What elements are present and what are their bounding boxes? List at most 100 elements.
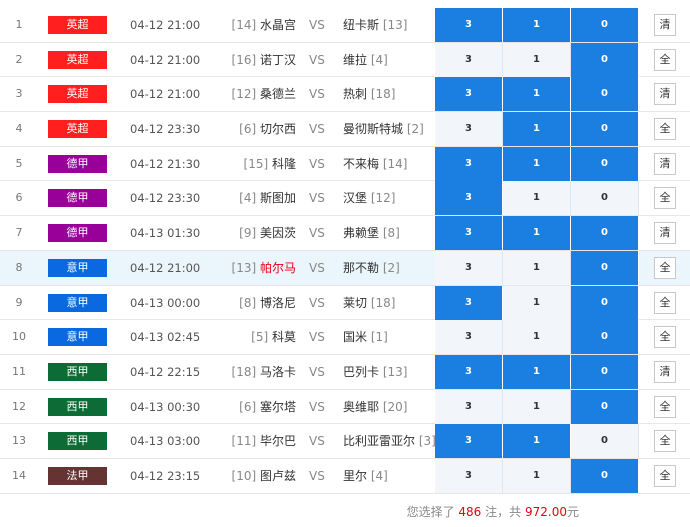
- clear-button[interactable]: 清: [654, 152, 676, 175]
- option-lose-button[interactable]: 0: [571, 112, 639, 147]
- home-team[interactable]: [8] 博洛尼: [239, 286, 296, 320]
- select-all-button[interactable]: 全: [654, 430, 676, 453]
- option-draw-button[interactable]: 1: [503, 146, 571, 181]
- away-team[interactable]: 弗赖堡 [8]: [343, 216, 400, 250]
- option-win-button[interactable]: 3: [435, 146, 503, 181]
- option-win-button[interactable]: 3: [435, 181, 503, 216]
- away-team-name: 巴列卡: [343, 364, 380, 379]
- away-team[interactable]: 国米 [1]: [343, 320, 388, 354]
- option-win-button[interactable]: 3: [435, 216, 503, 251]
- option-draw-button[interactable]: 1: [503, 354, 571, 389]
- option-win-button[interactable]: 3: [435, 354, 503, 389]
- select-all-button[interactable]: 全: [654, 187, 676, 210]
- away-team[interactable]: 奥维耶 [20]: [343, 390, 407, 424]
- option-win-button[interactable]: 3: [435, 389, 503, 424]
- option-draw-button[interactable]: 1: [503, 320, 571, 355]
- home-team[interactable]: [13] 帕尔马: [232, 251, 296, 285]
- option-lose-button[interactable]: 0: [571, 146, 639, 181]
- option-draw-button[interactable]: 1: [503, 458, 571, 493]
- option-draw-button[interactable]: 1: [503, 77, 571, 112]
- away-team[interactable]: 那不勒 [2]: [343, 251, 400, 285]
- option-lose-button[interactable]: 0: [571, 42, 639, 77]
- select-all-button[interactable]: 全: [654, 48, 676, 71]
- option-draw-button[interactable]: 1: [503, 8, 571, 42]
- option-lose-button[interactable]: 0: [571, 250, 639, 285]
- league-badge: 德甲: [48, 224, 107, 243]
- away-team[interactable]: 热刺 [18]: [343, 77, 395, 111]
- option-win-button[interactable]: 3: [435, 77, 503, 112]
- select-all-button[interactable]: 全: [654, 256, 676, 279]
- away-team[interactable]: 纽卡斯 [13]: [343, 8, 407, 42]
- away-team[interactable]: 汉堡 [12]: [343, 181, 395, 215]
- home-team[interactable]: [4] 斯图加: [239, 181, 296, 215]
- home-team[interactable]: [6] 切尔西: [239, 112, 296, 146]
- option-lose-button[interactable]: 0: [571, 458, 639, 493]
- option-win-button[interactable]: 3: [435, 112, 503, 147]
- home-team[interactable]: [14] 水晶宫: [232, 8, 296, 42]
- option-win-button[interactable]: 3: [435, 424, 503, 459]
- home-team[interactable]: [15] 科隆: [244, 147, 296, 181]
- select-all-button[interactable]: 全: [654, 291, 676, 314]
- away-team[interactable]: 里尔 [4]: [343, 459, 388, 493]
- clear-button[interactable]: 清: [654, 83, 676, 106]
- home-team[interactable]: [10] 图卢兹: [232, 459, 296, 493]
- option-draw-button[interactable]: 1: [503, 424, 571, 459]
- option-win-button[interactable]: 3: [435, 42, 503, 77]
- home-team[interactable]: [5] 科莫: [251, 320, 296, 354]
- option-lose-button[interactable]: 0: [571, 285, 639, 320]
- select-all-button[interactable]: 全: [654, 464, 676, 487]
- away-rank: [14]: [382, 156, 408, 171]
- option-win-button[interactable]: 3: [435, 285, 503, 320]
- option-win-button[interactable]: 3: [435, 458, 503, 493]
- option-win-button[interactable]: 3: [435, 250, 503, 285]
- home-rank: [12]: [231, 87, 257, 102]
- home-team[interactable]: [9] 美因茨: [239, 216, 296, 250]
- option-lose-button[interactable]: 0: [571, 424, 639, 459]
- row-number: 12: [12, 399, 26, 413]
- option-lose-button[interactable]: 0: [571, 354, 639, 389]
- away-team[interactable]: 维拉 [4]: [343, 43, 388, 77]
- clear-button[interactable]: 清: [654, 360, 676, 383]
- home-team-name: 帕尔马: [259, 260, 296, 275]
- summary-mid: 注，共: [485, 505, 522, 519]
- away-team-name: 不来梅: [343, 156, 380, 171]
- select-all-button[interactable]: 全: [654, 326, 676, 349]
- home-team[interactable]: [12] 桑德兰: [232, 77, 296, 111]
- option-draw-button[interactable]: 1: [503, 285, 571, 320]
- option-draw-button[interactable]: 1: [503, 216, 571, 251]
- option-win-button[interactable]: 3: [435, 8, 503, 42]
- option-draw-button[interactable]: 1: [503, 389, 571, 424]
- home-team[interactable]: [18] 马洛卡: [232, 355, 296, 389]
- option-lose-button[interactable]: 0: [571, 181, 639, 216]
- option-win-button[interactable]: 3: [435, 320, 503, 355]
- row-number: 1: [15, 18, 23, 31]
- home-team[interactable]: [11] 毕尔巴: [232, 424, 296, 458]
- match-time: 04-13 03:00: [130, 434, 201, 449]
- clear-button[interactable]: 清: [654, 222, 676, 245]
- home-team-name: 博洛尼: [259, 295, 296, 310]
- option-draw-button[interactable]: 1: [503, 250, 571, 285]
- away-team[interactable]: 莱切 [18]: [343, 286, 395, 320]
- option-lose-button[interactable]: 0: [571, 77, 639, 112]
- home-team[interactable]: [16] 诺丁汉: [232, 43, 296, 77]
- row-number: 5: [15, 156, 23, 170]
- option-draw-button[interactable]: 1: [503, 42, 571, 77]
- option-lose-button[interactable]: 0: [571, 8, 639, 42]
- away-team[interactable]: 不来梅 [14]: [343, 147, 407, 181]
- option-draw-button[interactable]: 1: [503, 181, 571, 216]
- away-team[interactable]: 巴列卡 [13]: [343, 355, 407, 389]
- vs-label: VS: [309, 122, 325, 137]
- home-team-name: 诺丁汉: [259, 52, 296, 67]
- option-draw-button[interactable]: 1: [503, 112, 571, 147]
- home-team[interactable]: [6] 塞尔塔: [239, 390, 296, 424]
- option-lose-button[interactable]: 0: [571, 320, 639, 355]
- league-badge: 德甲: [48, 154, 107, 173]
- away-rank: [2]: [406, 122, 424, 137]
- select-all-button[interactable]: 全: [654, 395, 676, 418]
- away-team[interactable]: 比利亚雷亚尔 [3]: [343, 424, 436, 458]
- away-team[interactable]: 曼彻斯特城 [2]: [343, 112, 424, 146]
- clear-button[interactable]: 清: [654, 14, 676, 36]
- option-lose-button[interactable]: 0: [571, 216, 639, 251]
- select-all-button[interactable]: 全: [654, 118, 676, 141]
- option-lose-button[interactable]: 0: [571, 389, 639, 424]
